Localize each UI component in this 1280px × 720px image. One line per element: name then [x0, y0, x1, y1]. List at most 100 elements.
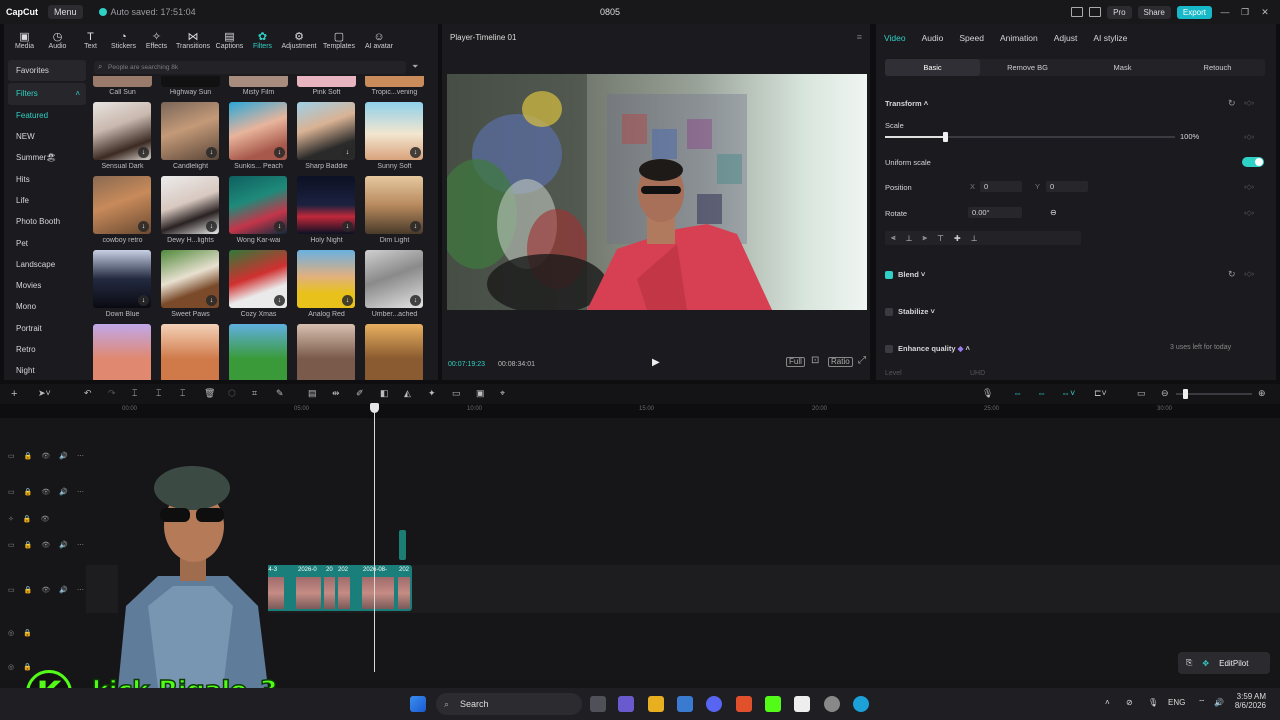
- pos-y-input[interactable]: 0: [1046, 181, 1088, 192]
- tool-text[interactable]: T Text: [74, 31, 107, 50]
- more-icon[interactable]: ⋯: [77, 541, 84, 549]
- capcut-app-icon[interactable]: [794, 696, 810, 712]
- eye-icon[interactable]: 👁: [41, 515, 50, 523]
- filter-item[interactable]: ↓ cowboy retro: [93, 176, 152, 244]
- tool-audio[interactable]: ◷ Audio: [41, 31, 74, 50]
- transform-header[interactable]: Transform ˄: [885, 99, 928, 108]
- keyframe-icon[interactable]: ‹◇›: [1244, 133, 1254, 141]
- tool-stickers[interactable]: ◔ Stickers: [107, 31, 140, 50]
- tool-captions[interactable]: ▤ Captions: [213, 31, 246, 50]
- marker-icon[interactable]: ⬡: [228, 388, 236, 399]
- playhead[interactable]: [374, 404, 375, 672]
- tool-filters[interactable]: ✿ Filters: [246, 31, 279, 50]
- auto-reframe-icon[interactable]: ⌖: [500, 388, 505, 399]
- align-right-icon[interactable]: ⫸: [922, 233, 927, 243]
- timeline-ruler[interactable]: 00:00 05:00 10:00 15:00 20:00 25:00 30:0…: [86, 404, 1280, 418]
- filter-item[interactable]: Highway Sun: [161, 76, 220, 96]
- download-icon[interactable]: ↓: [342, 295, 353, 306]
- pen-icon[interactable]: ✐: [356, 388, 364, 399]
- category-life[interactable]: Life: [8, 190, 86, 211]
- eye-icon[interactable]: 👁: [41, 586, 50, 594]
- more-icon[interactable]: ⋯: [77, 586, 84, 594]
- category-landscape[interactable]: Landscape: [8, 254, 86, 275]
- filter-item[interactable]: ↓ Sunny Soft: [365, 102, 424, 170]
- blend-checkbox[interactable]: [885, 271, 893, 279]
- lock-icon[interactable]: 🔒: [23, 515, 32, 523]
- play-icon[interactable]: ▶: [652, 357, 660, 368]
- filter-item[interactable]: Tropic...vening: [365, 76, 424, 96]
- lock-icon[interactable]: 🔒: [24, 541, 33, 549]
- align-left-icon[interactable]: ⫷: [891, 233, 896, 243]
- clip-segment[interactable]: [399, 530, 406, 560]
- edge-icon[interactable]: [853, 696, 869, 712]
- shortcuts-icon[interactable]: [1089, 7, 1102, 17]
- full-quality-button[interactable]: Full: [786, 357, 805, 367]
- mirror-icon[interactable]: ⇹: [332, 388, 340, 399]
- category-photo-booth[interactable]: Photo Booth: [8, 211, 86, 232]
- clock[interactable]: 3:59 AM 8/6/2026: [1234, 692, 1266, 710]
- tool-media[interactable]: ▣ Media: [8, 31, 41, 50]
- network-off-icon[interactable]: ⊘: [1126, 698, 1133, 707]
- category-filters[interactable]: Filters ˄: [8, 83, 86, 105]
- filter-item[interactable]: Call Sun: [93, 76, 152, 96]
- tool-adjustment[interactable]: ⚙ Adjustment: [279, 31, 319, 50]
- download-icon[interactable]: ↓: [274, 221, 285, 232]
- download-icon[interactable]: ↓: [410, 295, 421, 306]
- uniform-scale-toggle[interactable]: [1242, 157, 1264, 167]
- align-bottom-icon[interactable]: ⊥: [971, 234, 978, 243]
- redo-icon[interactable]: ↷: [108, 388, 116, 399]
- category-pet[interactable]: Pet: [8, 232, 86, 253]
- taskbar-search[interactable]: ⌕ Search: [436, 693, 582, 715]
- lock-icon[interactable]: 🔒: [24, 586, 33, 594]
- export-button[interactable]: Export: [1176, 5, 1212, 19]
- download-icon[interactable]: ↓: [138, 147, 149, 158]
- download-icon[interactable]: ↓: [274, 295, 285, 306]
- tab-ai-stylize[interactable]: AI stylize: [1093, 33, 1127, 43]
- filter-item[interactable]: ↓ Dim Light: [365, 176, 424, 244]
- category-favorites[interactable]: Favorites: [8, 60, 86, 82]
- scale-slider[interactable]: [885, 132, 1175, 142]
- download-icon[interactable]: ↓: [138, 221, 149, 232]
- maximize-icon[interactable]: ❐: [1238, 7, 1252, 18]
- eye-icon[interactable]: 👁: [41, 452, 50, 460]
- wifi-icon[interactable]: ⌔: [1198, 698, 1206, 708]
- task-view-icon[interactable]: [590, 696, 606, 712]
- zoom-slider-handle[interactable]: [1183, 389, 1188, 399]
- audio-icon[interactable]: 🔊: [59, 488, 68, 496]
- keyframe-icon[interactable]: ‹◇›: [1244, 270, 1254, 278]
- download-icon[interactable]: ↓: [206, 147, 217, 158]
- lock-icon[interactable]: 🔒: [24, 452, 33, 460]
- scale-slider-handle[interactable]: [943, 132, 948, 142]
- split-icon[interactable]: ⌶: [132, 388, 137, 399]
- playhead-handle[interactable]: [370, 403, 379, 413]
- download-icon[interactable]: ↓: [342, 221, 353, 232]
- download-icon[interactable]: ↓: [410, 221, 421, 232]
- kick-app-icon[interactable]: [765, 696, 781, 712]
- teams-icon[interactable]: [618, 696, 634, 712]
- add-icon[interactable]: +: [11, 388, 17, 400]
- stabilize-checkbox[interactable]: [885, 308, 893, 316]
- magnet-icon[interactable]: ⇔: [1037, 388, 1046, 398]
- tool-ai-avatar[interactable]: ☺ AI avatar: [359, 31, 399, 50]
- tab-video[interactable]: Video: [884, 33, 906, 43]
- level-select[interactable]: UHD: [970, 370, 985, 377]
- speed-icon[interactable]: ◭: [404, 388, 411, 399]
- category-retro[interactable]: Retro: [8, 339, 86, 360]
- filter-item[interactable]: [297, 324, 356, 380]
- blend-header[interactable]: Blend ˅: [898, 270, 925, 279]
- split-right-icon[interactable]: ⌶: [180, 388, 185, 399]
- obs-icon[interactable]: [824, 696, 840, 712]
- rotate-input[interactable]: 0.00°: [968, 207, 1022, 218]
- mic-icon[interactable]: 🎙: [1148, 698, 1158, 707]
- tab-speed[interactable]: Speed: [959, 33, 984, 43]
- filter-item[interactable]: ↓ Cozy Xmas: [229, 250, 288, 318]
- filter-item[interactable]: Pink Soft: [297, 76, 356, 96]
- image-icon[interactable]: ▣: [476, 388, 485, 399]
- download-icon[interactable]: ↓: [342, 147, 353, 158]
- split-left-icon[interactable]: ⌶: [156, 388, 161, 399]
- ai-edit-icon[interactable]: ✎: [276, 388, 284, 399]
- tool-templates[interactable]: ▢ Templates: [319, 31, 359, 50]
- category-summer[interactable]: Summer🏖: [8, 147, 86, 168]
- file-explorer-icon[interactable]: [648, 696, 664, 712]
- download-icon[interactable]: ↓: [274, 147, 285, 158]
